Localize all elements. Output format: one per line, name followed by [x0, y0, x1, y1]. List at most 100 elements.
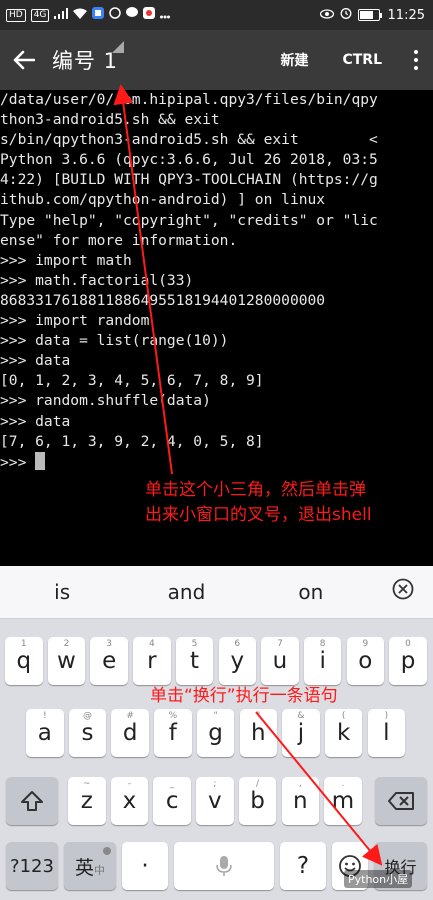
key-label: k	[336, 720, 351, 746]
key-h[interactable]: " h	[239, 709, 277, 757]
key-w[interactable]: 2w	[47, 637, 86, 685]
terminal-line: ense" for more information.	[0, 231, 238, 249]
watermark: Python小屋	[344, 870, 413, 888]
key-label: f	[168, 720, 177, 746]
eye-comfort-icon	[319, 8, 334, 23]
ime-switch-key[interactable]: 英中	[64, 842, 116, 890]
key-hint: _	[169, 779, 175, 789]
key-y[interactable]: 6y	[218, 637, 256, 685]
terminal-line: Python 3.6.6 (qpyc:3.6.6, Jul 26 2018, 0…	[0, 151, 378, 169]
key-p[interactable]: 0p	[389, 637, 427, 685]
key-b[interactable]: / b	[238, 777, 277, 825]
key-hint: ;	[213, 779, 217, 789]
space-key[interactable]	[174, 842, 274, 890]
ctrl-button[interactable]: CTRL	[325, 52, 399, 68]
key-label: n	[292, 788, 308, 814]
suggestion-bar: is and on	[0, 566, 433, 619]
dot-key[interactable]: ·	[122, 842, 168, 890]
key-t[interactable]: 5t	[175, 637, 214, 685]
key-i[interactable]: 8i	[303, 637, 342, 685]
session-title[interactable]: 编号 1	[52, 45, 118, 75]
key-label: h	[250, 720, 266, 746]
key-j[interactable]: & j	[282, 709, 320, 757]
gallery-notification-icon	[109, 7, 122, 23]
key-hint: 9	[362, 639, 369, 649]
key-r[interactable]: 4r	[133, 637, 171, 685]
key-hint: )	[384, 711, 389, 721]
shift-arrow-icon	[21, 791, 43, 811]
key-hint: ~	[82, 779, 91, 789]
suggestion-3[interactable]: on	[249, 580, 373, 604]
key-q[interactable]: 1q	[5, 637, 43, 685]
battery-level	[359, 11, 374, 19]
key-a[interactable]: ! a	[26, 709, 64, 757]
terminal-line: >>>	[0, 451, 433, 473]
chat-notification-icon	[126, 7, 139, 23]
suggestion-2[interactable]: and	[124, 580, 248, 604]
key-n[interactable]: ,n	[281, 777, 319, 825]
terminal-line: [0, 1, 2, 3, 4, 5, 6, 7, 8, 9]	[0, 372, 264, 390]
key-u[interactable]: 7u	[261, 637, 299, 685]
new-session-button[interactable]: 新建	[263, 50, 325, 70]
more-vertical-icon[interactable]	[399, 30, 433, 90]
app-toolbar: 编号 1 新建 CTRL	[0, 30, 433, 90]
shift-key[interactable]	[6, 777, 58, 825]
key-label: t	[190, 648, 200, 674]
key-d[interactable]: # d	[111, 709, 149, 757]
key-o[interactable]: 9o	[346, 637, 385, 685]
key-hint: 1	[20, 639, 27, 649]
key-k[interactable]: (k	[324, 709, 363, 757]
suggestion-1[interactable]: is	[0, 580, 124, 604]
arrow-left-icon	[13, 50, 35, 70]
status-bar: HD 4G 11:25	[0, 0, 433, 30]
key-label: o	[358, 648, 373, 674]
key-label: x	[122, 788, 137, 814]
wifi-icon	[73, 8, 88, 23]
terminal-line: thon3-android5.sh && exit	[0, 111, 220, 129]
network-badge: 4G	[30, 8, 50, 22]
status-right: 11:25	[319, 7, 433, 23]
key-s[interactable]: @ s	[68, 709, 107, 757]
annotation-exit-shell-line2: 出来小窗口的叉号，退出shell	[145, 505, 372, 525]
key-f[interactable]: % f	[154, 709, 192, 757]
key-hint: 6	[234, 639, 241, 649]
session-menu-triangle-icon[interactable]	[112, 41, 124, 53]
terminal-line: >>> import random	[0, 312, 150, 330]
key-label: d	[122, 720, 138, 746]
terminal-line: >>> data = list(range(10))	[0, 332, 229, 350]
key-c[interactable]: _ c	[153, 777, 191, 825]
alarm-icon	[340, 7, 352, 23]
key-label: c	[165, 788, 179, 814]
key-m[interactable]: .m	[324, 777, 362, 825]
key-hint: ,	[298, 779, 302, 789]
terminal-line: ithub.com/qpython-android) ] on linux	[0, 191, 326, 209]
terminal-line: >>> random.shuffle(data)	[0, 392, 211, 410]
key-label: b	[250, 788, 265, 814]
key-g[interactable]: " g	[196, 709, 235, 757]
key-label: j	[297, 720, 305, 746]
key-v[interactable]: ; v	[196, 777, 234, 825]
key-l[interactable]: ) l	[367, 709, 406, 757]
key-hint: -	[127, 779, 132, 789]
battery-icon	[357, 9, 382, 21]
key-label: q	[16, 648, 32, 674]
status-left: HD 4G	[0, 7, 171, 23]
globe-icon	[103, 847, 111, 855]
key-x[interactable]: -x	[110, 777, 149, 825]
key-z[interactable]: ~ z	[68, 777, 106, 825]
key-label: s	[81, 720, 94, 746]
symbols-key[interactable]: ?123	[6, 842, 58, 890]
question-key[interactable]: ?	[280, 842, 326, 890]
key-hint: "	[213, 711, 218, 721]
status-time: 11:25	[387, 7, 425, 23]
key-hint: 3	[106, 639, 112, 649]
key-label: p	[400, 648, 416, 674]
key-e[interactable]: 3e	[90, 637, 128, 685]
key-label: u	[272, 648, 288, 674]
key-hint: 8	[319, 639, 326, 649]
backspace-key[interactable]	[375, 777, 427, 825]
close-circle-icon[interactable]	[373, 578, 433, 606]
key-hint: 5	[191, 639, 198, 649]
key-hint: 2	[63, 639, 70, 649]
back-button[interactable]	[0, 30, 48, 90]
